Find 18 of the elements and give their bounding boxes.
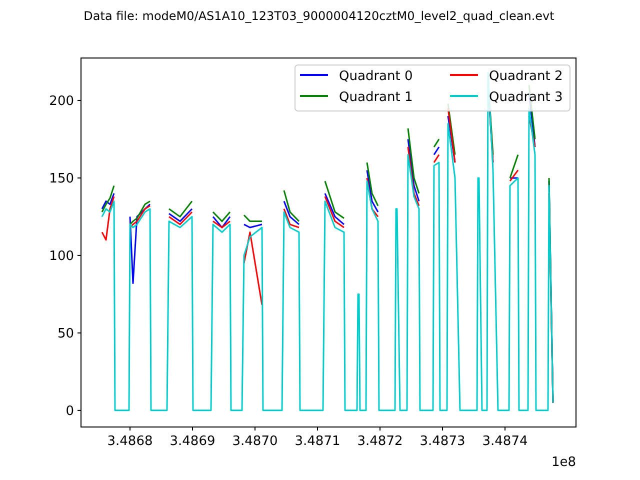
x-tick-label: 3.4868 [107,434,153,449]
x-tick-label: 3.4870 [232,434,278,449]
y-tick-label: 150 [49,171,74,186]
axis-offset-label: 1e8 [551,455,576,470]
y-tick-label: 200 [49,94,74,109]
y-tick-label: 50 [57,326,74,342]
y-tick-label: 100 [49,248,74,264]
x-tick-label: 3.4871 [294,434,340,449]
legend-label: Quadrant 1 [339,90,413,105]
chart-title: Data file: modeM0/AS1A10_123T03_9000004120cztM0_level2_quad_clean.evt [84,9,554,23]
y-tick-label: 0 [66,404,74,419]
x-tick-label: 3.4873 [420,434,466,449]
x-tick-label: 3.4874 [482,434,528,449]
legend-label: Quadrant 0 [339,69,413,84]
legend-label: Quadrant 2 [489,69,563,84]
legend-label: Quadrant 3 [489,90,563,105]
x-tick-label: 3.4872 [357,434,403,449]
x-tick-label: 3.4869 [170,434,216,449]
